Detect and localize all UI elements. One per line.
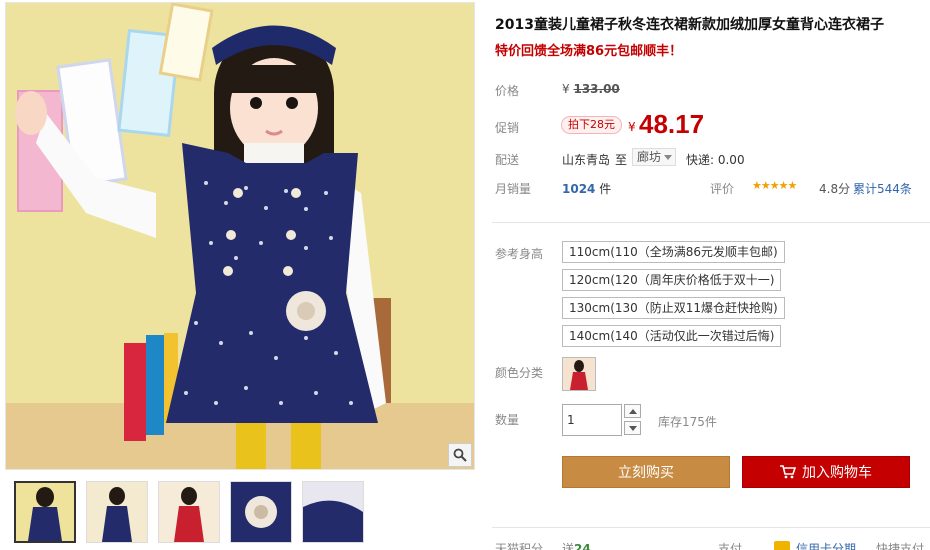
promo-text: 特价回馈全场满86元包邮顺丰！ [495,44,683,59]
add-to-cart-button[interactable]: 加入购物车 [742,456,910,488]
product-title: 2013童装儿童裙子秋冬连衣裙新款加绒加厚女童背心连衣裙子 [495,17,884,33]
quantity-label: 数量 [495,413,520,427]
points-number: 24 [574,542,591,550]
monthly-sales: 1024 件 [562,180,611,197]
shipping-fee: 快递: 0.00 [686,153,745,167]
quantity-input[interactable]: 1 [562,404,622,436]
stock-count: 库存175件 [658,415,717,429]
thumbnail-5[interactable] [302,481,364,543]
size-option-140[interactable]: 140cm(140（活动仅此一次错过后悔) [562,325,782,347]
thumbnail-strip [14,481,364,543]
price-label: 价格 [495,84,520,98]
thumbnail-2[interactable] [86,481,148,543]
credit-installment-link[interactable]: 信用卡分期 [796,540,856,550]
size-option-130[interactable]: 130cm(130（防止双11爆仓赶快抢购) [562,297,785,319]
thumbnail-3[interactable] [158,481,220,543]
rating-score: 4.8分 [819,182,851,196]
review-count-link[interactable]: 累计544条 [853,180,912,197]
sale-currency-symbol: ¥ [628,120,636,134]
promo-label: 促销 [495,121,520,135]
monthly-sales-label: 月销量 [495,182,532,196]
quick-pay-label: 快捷支付 [876,542,925,550]
size-option-110[interactable]: 110cm(110（全场满86元发顺丰包邮) [562,241,785,263]
quantity-increase-button[interactable] [624,404,641,418]
destination-city: 廊坊 [637,150,662,164]
original-price-value: 133.00 [573,82,620,96]
main-product-image[interactable] [5,2,475,470]
sale-price: 48.17 [639,109,705,139]
quantity-decrease-button[interactable] [624,421,641,435]
ship-to-word: 至 [615,153,628,167]
divider-bottom [492,527,930,528]
divider [492,222,930,223]
pay-label: 支付 [718,542,743,550]
buy-now-label: 立刻购买 [618,465,674,481]
points-prefix: 送 [562,542,575,550]
destination-city-select[interactable]: 廊坊 [632,148,676,166]
thumbnail-4[interactable] [230,481,292,543]
points-value: 送24 [562,540,591,550]
promo-badge: 拍下28元 [561,116,622,134]
size-option-120[interactable]: 120cm(120（周年庆价格低于双十一) [562,269,782,291]
chevron-down-icon [664,155,672,160]
currency-symbol: ¥ [562,82,570,96]
ship-from: 山东青岛 [562,153,611,167]
monthly-sales-count: 1024 [562,182,596,196]
magnifier-icon [453,448,467,462]
rating-label: 评价 [710,182,735,196]
cart-icon [780,465,796,479]
add-to-cart-label: 加入购物车 [802,465,872,481]
size-label: 参考身高 [495,247,544,261]
chevron-down-icon [628,425,637,431]
original-price: ¥ 133.00 [562,82,620,96]
zoom-button[interactable] [448,443,472,467]
color-label: 颜色分类 [495,366,544,380]
shipping-label: 配送 [495,153,520,167]
rating-stars-icon: ★★★★★ [752,179,797,192]
buy-now-button[interactable]: 立刻购买 [562,456,730,488]
credit-card-icon [774,541,790,550]
color-option-swatch[interactable] [562,357,596,391]
thumbnail-1[interactable] [14,481,76,543]
chevron-up-icon [628,408,637,414]
points-label: 天猫积分 [495,542,544,550]
monthly-sales-unit: 件 [599,182,612,196]
